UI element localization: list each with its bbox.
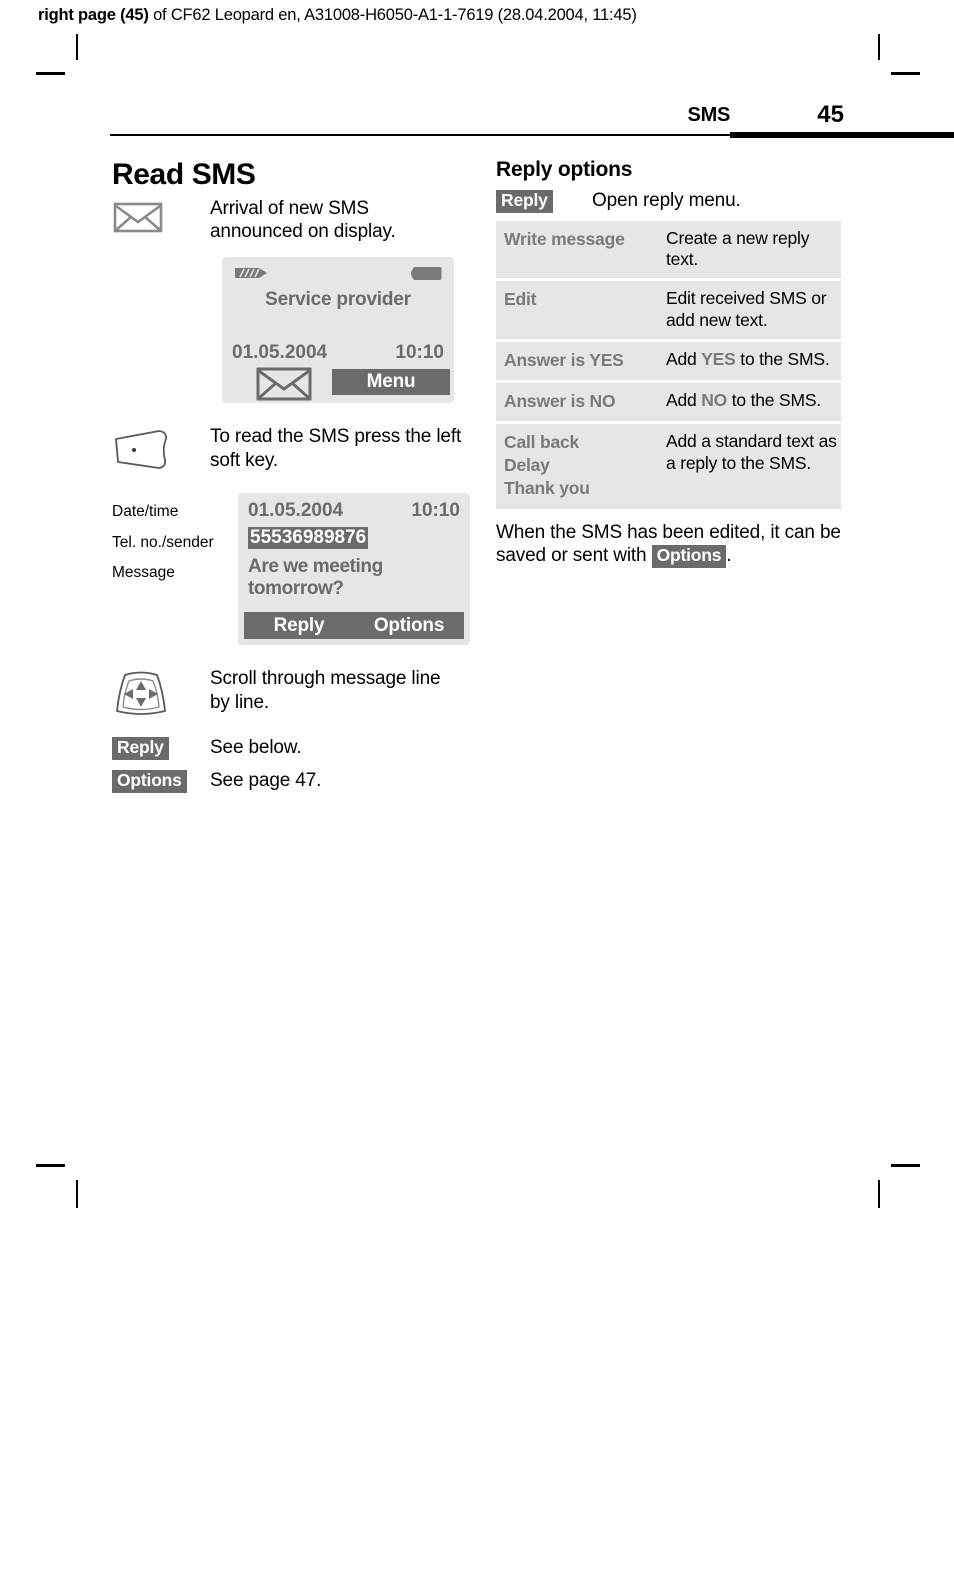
key-badge-reply-cell-2: Reply xyxy=(496,188,592,213)
page-content: SMS 45 Read SMS Arrival of new SMS annou… xyxy=(0,0,954,1246)
annotation-message: Message xyxy=(112,563,175,581)
table-row: Answer is NO Add NO to the SMS. xyxy=(496,381,841,425)
scroll-hint-text: Scroll through message line by line. xyxy=(210,668,441,713)
scroll-hint-row: Scroll through message line by line. xyxy=(112,667,462,719)
softkey-badge-reply[interactable]: Reply xyxy=(112,737,169,760)
softkey-badge-options[interactable]: Options xyxy=(651,545,727,568)
left-soft-key-icon-cell xyxy=(112,425,210,475)
menu-option-name[interactable]: Thank you xyxy=(504,477,654,500)
table-cell-term: Write message xyxy=(496,220,658,282)
table-cell-description: Edit received SMS or add new text. xyxy=(658,279,841,343)
reply-options-table-body: Write message Create a new reply text. Edi… xyxy=(496,220,841,509)
menu-option-name[interactable]: Edit xyxy=(504,288,654,311)
description-text: Edit received SMS or add new text. xyxy=(666,288,827,330)
four-way-navigation-key-icon xyxy=(116,671,166,716)
display-date: 01.05.2004 xyxy=(232,342,328,364)
annotation-tel-sender: Tel. no./sender xyxy=(112,533,214,551)
message-sender: 55536989876 xyxy=(248,527,369,550)
table-cell-description: Add a standard text as a reply to the SM… xyxy=(658,423,841,509)
navigation-key-icon-cell xyxy=(112,667,210,719)
reply-options-table: Write message Create a new reply text. Edi… xyxy=(496,220,841,509)
message-date: 01.05.2004 xyxy=(248,500,344,522)
description-text: Add xyxy=(666,390,702,411)
menu-option-name[interactable]: Answer is YES xyxy=(504,349,654,372)
table-cell-term: Answer is NO xyxy=(496,381,658,425)
reply-key-row: Reply Open reply menu. xyxy=(496,188,844,213)
menu-option-name[interactable]: Answer is NO xyxy=(504,390,654,413)
annotated-display-block: Date/time Tel. no./sender Message 01.05.… xyxy=(112,493,470,651)
table-cell-term: Call back Delay Thank you xyxy=(496,423,658,509)
running-head: SMS 45 xyxy=(110,101,954,138)
softkey-options[interactable]: Options xyxy=(354,612,464,640)
key-row-options-text: See page 47. xyxy=(210,769,322,791)
annotation-date-time: Date/time xyxy=(112,503,179,521)
softkey-reply[interactable]: Reply xyxy=(244,612,354,640)
table-row: Write message Create a new reply text. xyxy=(496,220,841,282)
key-badge-options-cell: Options xyxy=(112,768,210,793)
description-text: Add xyxy=(666,349,702,370)
battery-icon xyxy=(411,267,442,281)
running-head-rule-thick xyxy=(730,132,954,138)
description-text: Create a new reply text. xyxy=(666,227,810,270)
description-keyword: NO xyxy=(701,390,728,411)
description-text: to the SMS. xyxy=(727,390,821,411)
left-soft-key-icon xyxy=(115,430,168,470)
menu-option-name[interactable]: Call back xyxy=(504,431,654,454)
table-cell-description: Add NO to the SMS. xyxy=(658,381,841,425)
reply-key-row-text: Open reply menu. xyxy=(592,190,741,212)
table-cell-term: Edit xyxy=(496,279,658,343)
arrival-text: Arrival of new SMS announced on display. xyxy=(210,198,396,243)
table-cell-description: Create a new reply text. xyxy=(658,220,841,282)
table-cell-description: Add YES to the SMS. xyxy=(658,340,841,384)
description-keyword: YES xyxy=(701,349,736,370)
display-time: 10:10 xyxy=(395,342,444,364)
display-annotation-labels: Date/time Tel. no./sender Message xyxy=(112,497,236,588)
softkey-hint-row: To read the SMS press the left soft key. xyxy=(112,425,462,475)
table-row: Edit Edit received SMS or add new text. xyxy=(496,279,841,343)
right-column: Reply options Reply Open reply menu. Wri… xyxy=(496,158,844,568)
page-title: Read SMS xyxy=(112,158,256,191)
signal-strength-icon xyxy=(235,268,267,279)
softkey-hint-text: To read the SMS press the left soft key. xyxy=(210,426,462,471)
key-row-reply-text: See below. xyxy=(210,737,302,759)
menu-option-name[interactable]: Delay xyxy=(504,454,654,477)
menu-option-name[interactable]: Write message xyxy=(504,228,654,251)
left-column: Read SMS Arrival of new SMS announced on… xyxy=(112,158,470,795)
message-body: Are we meeting tomorrow? xyxy=(248,556,383,600)
arrival-row: Arrival of new SMS announced on display. xyxy=(112,197,462,243)
key-row-options: Options See page 47. xyxy=(112,768,462,793)
running-head-title: SMS xyxy=(687,104,731,126)
table-cell-term: Answer is YES xyxy=(496,340,658,384)
page-number: 45 xyxy=(817,101,844,128)
envelope-icon xyxy=(113,202,163,233)
softkey-badge-options[interactable]: Options xyxy=(112,769,187,793)
service-provider-label: Service provider xyxy=(265,289,411,311)
running-head-rule-thin xyxy=(110,134,730,136)
envelope-icon-cell xyxy=(112,197,210,235)
softkey-menu[interactable]: Menu xyxy=(332,369,450,396)
key-row-reply: Reply See below. xyxy=(112,735,462,760)
message-time: 10:10 xyxy=(411,500,460,522)
phone-status-bar xyxy=(222,263,454,283)
reply-options-title: Reply options xyxy=(496,158,633,181)
table-row: Answer is YES Add YES to the SMS. xyxy=(496,340,841,384)
envelope-icon xyxy=(256,367,312,401)
phone-display-idle: Service provider 01.05.2004 10:10 Menu xyxy=(222,257,454,406)
phone-display-message: 01.05.2004 10:10 55536989876 Are we meet… xyxy=(238,493,470,646)
key-badge-reply-cell: Reply xyxy=(112,735,210,760)
closing-paragraph: When the SMS has been edited, it can be … xyxy=(496,521,844,568)
description-text: Add a standard text as a reply to the SM… xyxy=(666,431,837,473)
softkey-badge-reply[interactable]: Reply xyxy=(496,190,553,213)
description-text: to the SMS. xyxy=(735,349,830,370)
closing-after: . xyxy=(726,545,732,567)
display-envelope-cell xyxy=(256,367,312,406)
table-row: Call back Delay Thank you Add a standard te… xyxy=(496,422,841,509)
